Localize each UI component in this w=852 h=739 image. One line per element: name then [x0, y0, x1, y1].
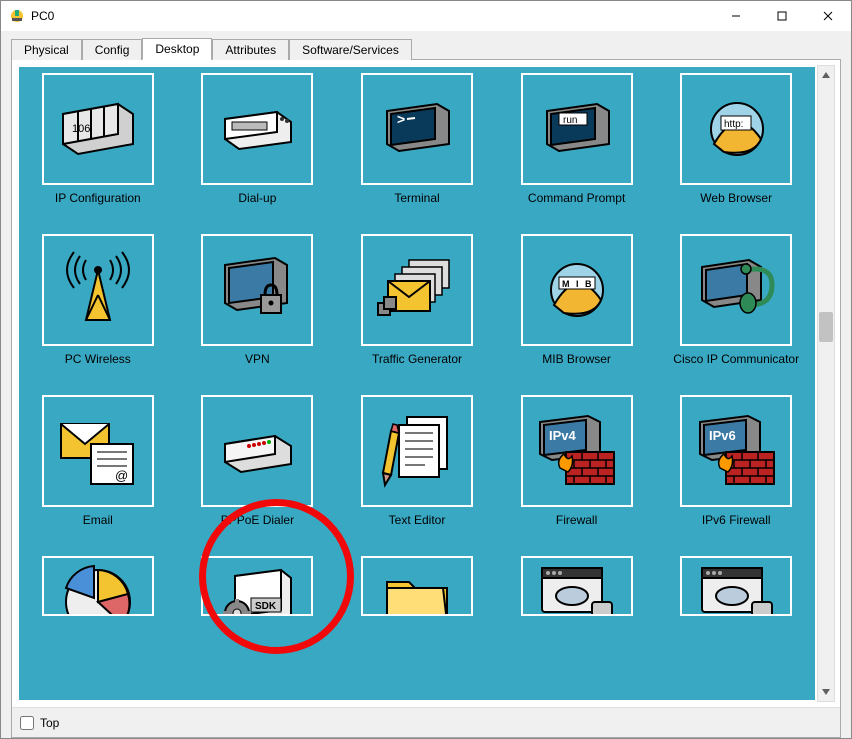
firewall6-badge: IPv6: [709, 428, 736, 443]
app-label: Cisco IP Communicator: [673, 352, 799, 367]
app-grid: 106 IP Configuration: [23, 69, 811, 620]
app-label: Traffic Generator: [372, 352, 462, 367]
app-mib-browser[interactable]: M I B MIB Browser: [506, 234, 648, 367]
svg-text:>: >: [397, 111, 405, 127]
piechart-icon: [42, 556, 154, 616]
app-label: Firewall: [556, 513, 597, 528]
firewall-icon: IPv4: [521, 395, 633, 507]
app-vpn[interactable]: VPN: [187, 234, 329, 367]
desktop-wrap: 106 IP Configuration: [12, 60, 840, 707]
email-icon: @: [42, 395, 154, 507]
app-label: IPv6 Firewall: [702, 513, 771, 528]
app-traffic-generator[interactable]: Traffic Generator: [346, 234, 488, 367]
browser-icon: http:: [680, 73, 792, 185]
app-label: PPPoE Dialer: [221, 513, 294, 528]
scroll-down-arrow-icon[interactable]: [818, 683, 834, 701]
mib-icon: M I B: [521, 234, 633, 346]
app-dialup[interactable]: Dial-up: [187, 73, 329, 206]
ipconfig-number-text: 106: [72, 123, 90, 135]
folder-icon: [361, 556, 473, 616]
cloud-pc2-icon: [680, 556, 792, 616]
scroll-track[interactable]: [818, 84, 834, 683]
app-label: Email: [83, 513, 113, 528]
app-label: Command Prompt: [528, 191, 625, 206]
firewall6-icon: IPv6: [680, 395, 792, 507]
app-ipv6-firewall[interactable]: IPv6: [665, 395, 807, 528]
top-checkbox[interactable]: [20, 716, 34, 730]
scroll-thumb[interactable]: [819, 312, 833, 342]
terminal-icon: >: [361, 73, 473, 185]
titlebar: PC0: [1, 1, 851, 31]
firewall4-badge: IPv4: [549, 428, 577, 443]
app-icon: [9, 8, 25, 24]
app-label: Text Editor: [389, 513, 446, 528]
sdk-icon: SDK: [201, 556, 313, 616]
app-label: Terminal: [394, 191, 439, 206]
app-pppoe-dialer[interactable]: PPPoE Dialer: [187, 395, 329, 528]
app-label: PC Wireless: [65, 352, 131, 367]
app-label: MIB Browser: [542, 352, 611, 367]
app-label: Web Browser: [700, 191, 772, 206]
app-partial-1[interactable]: [27, 556, 169, 616]
tab-physical[interactable]: Physical: [11, 39, 82, 60]
cmd-run-text: run: [563, 115, 577, 126]
svg-text:@: @: [115, 468, 128, 483]
tab-config[interactable]: Config: [82, 39, 143, 60]
app-partial-5[interactable]: [665, 556, 807, 616]
app-email[interactable]: @ Email: [27, 395, 169, 528]
vpn-icon: [201, 234, 313, 346]
tab-panel: 106 IP Configuration: [11, 59, 841, 738]
app-web-browser[interactable]: http: Web Browser: [665, 73, 807, 206]
tab-attributes[interactable]: Attributes: [212, 39, 289, 60]
close-button[interactable]: [805, 1, 851, 31]
dialup-icon: [201, 73, 313, 185]
pppoe-icon: [201, 395, 313, 507]
sdk-text: SDK: [255, 601, 277, 612]
app-cisco-ip-communicator[interactable]: Cisco IP Communicator: [665, 234, 807, 367]
window-title: PC0: [31, 9, 713, 23]
app-partial-2[interactable]: SDK: [187, 556, 329, 616]
traffic-icon: [361, 234, 473, 346]
cloud-pc-icon: [521, 556, 633, 616]
bottom-bar: Top: [12, 707, 840, 737]
texteditor-icon: [361, 395, 473, 507]
minimize-button[interactable]: [713, 1, 759, 31]
client-area: Physical Config Desktop Attributes Softw…: [1, 31, 851, 738]
app-label: VPN: [245, 352, 270, 367]
app-ip-configuration[interactable]: 106 IP Configuration: [27, 73, 169, 206]
app-partial-3[interactable]: [346, 556, 488, 616]
app-text-editor[interactable]: Text Editor: [346, 395, 488, 528]
scroll-up-arrow-icon[interactable]: [818, 66, 834, 84]
app-terminal[interactable]: > Terminal: [346, 73, 488, 206]
app-firewall[interactable]: IPv4: [506, 395, 648, 528]
browser-http-text: http:: [724, 119, 743, 130]
ip-config-icon: 106: [42, 73, 154, 185]
top-checkbox-label: Top: [40, 716, 59, 730]
wireless-icon: [42, 234, 154, 346]
tab-software-services[interactable]: Software/Services: [289, 39, 412, 60]
app-partial-4[interactable]: [506, 556, 648, 616]
app-window: PC0 Physical Config Desktop Attributes S…: [0, 0, 852, 739]
tab-strip: Physical Config Desktop Attributes Softw…: [11, 37, 841, 59]
maximize-button[interactable]: [759, 1, 805, 31]
tab-desktop[interactable]: Desktop: [142, 38, 212, 60]
app-command-prompt[interactable]: run Command Prompt: [506, 73, 648, 206]
ipcomm-icon: [680, 234, 792, 346]
app-label: Dial-up: [238, 191, 276, 206]
vertical-scrollbar[interactable]: [817, 65, 835, 702]
mib-text: M I B: [562, 279, 594, 289]
desktop-area: 106 IP Configuration: [17, 65, 817, 702]
app-label: IP Configuration: [55, 191, 141, 206]
app-pc-wireless[interactable]: PC Wireless: [27, 234, 169, 367]
cmd-icon: run: [521, 73, 633, 185]
